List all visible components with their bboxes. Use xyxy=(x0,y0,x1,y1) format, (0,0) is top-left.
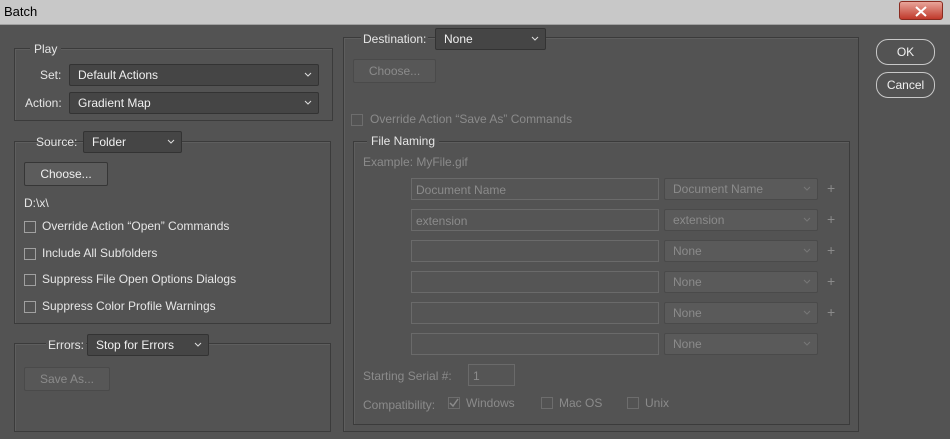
source-path: D:\x\ xyxy=(24,196,49,210)
errors-save-as-button[interactable]: Save As... xyxy=(24,367,110,391)
compat-macos-label: Mac OS xyxy=(559,396,603,410)
title-bar[interactable]: Batch xyxy=(0,0,950,25)
file-naming-example: Example: MyFile.gif xyxy=(363,155,468,169)
override-save-as-label: Override Action “Save As” Commands xyxy=(370,112,573,126)
batch-dialog: Batch OK Cancel Play Set: Default Action… xyxy=(0,0,950,439)
action-value: Gradient Map xyxy=(78,96,151,110)
action-label: Action: xyxy=(25,96,62,110)
errors-label: Errors: xyxy=(46,338,86,352)
source-label: Source: xyxy=(36,135,78,149)
set-label: Set: xyxy=(40,68,62,82)
play-legend: Play xyxy=(30,42,62,56)
naming-select-3[interactable]: None xyxy=(664,240,818,262)
compat-macos-checkbox[interactable] xyxy=(541,397,553,409)
naming-select-4[interactable]: None xyxy=(664,271,818,293)
add-row-button-3[interactable]: + xyxy=(827,242,835,258)
naming-input-4[interactable] xyxy=(411,271,659,293)
naming-input-2[interactable]: extension xyxy=(411,209,659,231)
destination-label: Destination: xyxy=(361,32,429,46)
suppress-color-warnings-label: Suppress Color Profile Warnings xyxy=(42,299,216,313)
add-row-button-2[interactable]: + xyxy=(827,211,835,227)
naming-select-2[interactable]: extension xyxy=(664,209,818,231)
chevron-down-icon xyxy=(304,72,312,77)
close-icon xyxy=(915,6,927,17)
cancel-button[interactable]: Cancel xyxy=(876,72,935,98)
chevron-down-icon xyxy=(803,186,811,191)
chevron-down-icon xyxy=(803,310,811,315)
chevron-down-icon xyxy=(194,342,202,347)
naming-input-3[interactable] xyxy=(411,240,659,262)
chevron-down-icon xyxy=(803,248,811,253)
set-value: Default Actions xyxy=(78,68,159,82)
override-open-checkbox[interactable] xyxy=(24,221,36,233)
file-naming-legend: File Naming xyxy=(367,134,440,148)
chevron-down-icon xyxy=(531,36,539,41)
destination-select[interactable]: None xyxy=(435,28,546,50)
source-choose-button[interactable]: Choose... xyxy=(24,162,108,186)
override-open-label: Override Action “Open” Commands xyxy=(42,219,230,233)
override-save-as-checkbox[interactable] xyxy=(351,114,363,126)
source-value: Folder xyxy=(92,135,127,149)
compat-unix-checkbox[interactable] xyxy=(627,397,639,409)
compat-windows-checkbox[interactable] xyxy=(448,397,460,409)
compat-windows-label: Windows xyxy=(466,396,515,410)
add-row-button-4[interactable]: + xyxy=(827,273,835,289)
add-row-button-5[interactable]: + xyxy=(827,304,835,320)
serial-value: 1 xyxy=(473,369,480,383)
include-subfolders-checkbox[interactable] xyxy=(24,248,36,260)
suppress-open-dialogs-checkbox[interactable] xyxy=(24,274,36,286)
destination-value: None xyxy=(444,32,473,46)
close-button[interactable] xyxy=(899,1,943,20)
errors-select[interactable]: Stop for Errors xyxy=(87,334,209,356)
include-subfolders-label: Include All Subfolders xyxy=(42,246,158,260)
action-select[interactable]: Gradient Map xyxy=(69,92,319,114)
errors-value: Stop for Errors xyxy=(96,338,175,352)
checkmark-icon xyxy=(449,398,459,408)
suppress-color-warnings-checkbox[interactable] xyxy=(24,301,36,313)
compat-label: Compatibility: xyxy=(363,398,436,412)
naming-select-1[interactable]: Document Name xyxy=(664,178,818,200)
chevron-down-icon xyxy=(803,217,811,222)
chevron-down-icon xyxy=(167,139,175,144)
chevron-down-icon xyxy=(304,100,312,105)
naming-input-6[interactable] xyxy=(411,333,659,355)
suppress-open-dialogs-label: Suppress File Open Options Dialogs xyxy=(42,272,237,286)
source-select[interactable]: Folder xyxy=(83,131,182,153)
destination-choose-button[interactable]: Choose... xyxy=(353,59,436,83)
naming-select-5[interactable]: None xyxy=(664,302,818,324)
serial-label: Starting Serial #: xyxy=(363,369,452,383)
naming-input-5[interactable] xyxy=(411,302,659,324)
ok-button[interactable]: OK xyxy=(876,39,935,65)
naming-select-6[interactable]: None xyxy=(664,333,818,355)
set-select[interactable]: Default Actions xyxy=(69,64,319,86)
window-title: Batch xyxy=(4,4,38,19)
chevron-down-icon xyxy=(803,341,811,346)
naming-input-1[interactable]: Document Name xyxy=(411,178,659,200)
add-row-button-1[interactable]: + xyxy=(827,180,835,196)
compat-unix-label: Unix xyxy=(645,396,670,410)
serial-input[interactable]: 1 xyxy=(468,364,515,386)
chevron-down-icon xyxy=(803,279,811,284)
